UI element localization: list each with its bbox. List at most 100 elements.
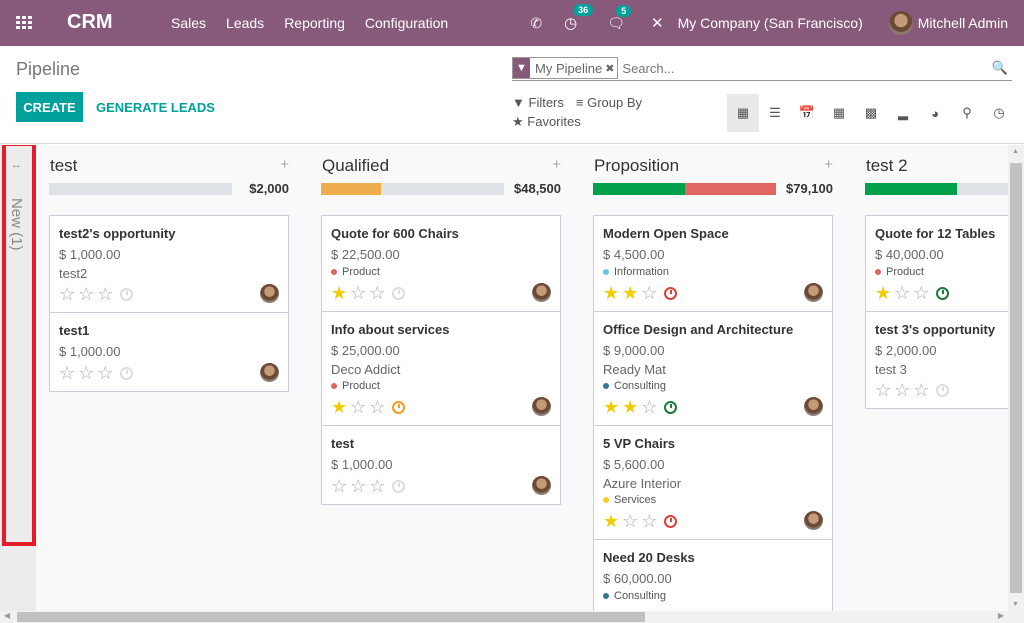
column-progress-bar[interactable] bbox=[865, 183, 1024, 195]
debug-tools-icon[interactable]: ✕ bbox=[651, 14, 664, 32]
priority-star-icon[interactable]: ★ bbox=[603, 512, 619, 530]
opportunity-card[interactable]: Modern Open Space $ 4,500.00 Information ★ ★… bbox=[594, 216, 832, 312]
priority-star-icon[interactable]: ☆ bbox=[641, 284, 657, 302]
search-icon[interactable]: 🔍 bbox=[992, 60, 1008, 76]
menu-configuration[interactable]: Configuration bbox=[365, 15, 448, 31]
progress-segment-planned[interactable] bbox=[593, 183, 685, 195]
column-progress-bar[interactable] bbox=[321, 183, 504, 195]
activity-clock-icon[interactable] bbox=[392, 286, 406, 300]
priority-star-icon[interactable]: ☆ bbox=[622, 512, 638, 530]
priority-star-icon[interactable]: ☆ bbox=[97, 285, 113, 303]
priority-star-icon[interactable]: ☆ bbox=[78, 285, 94, 303]
priority-star-icon[interactable]: ☆ bbox=[78, 364, 94, 382]
groupby-button[interactable]: ≡ Group By bbox=[576, 95, 642, 110]
phone-icon[interactable]: ✆ bbox=[530, 15, 542, 32]
pivot-view-button[interactable]: ▦ bbox=[823, 94, 855, 132]
priority-star-icon[interactable]: ☆ bbox=[913, 381, 929, 399]
opportunity-card[interactable]: 5 VP Chairs $ 5,600.00 Azure Interior Servi… bbox=[594, 426, 832, 540]
list-view-button[interactable]: ☰ bbox=[759, 94, 791, 132]
quick-create-icon[interactable]: + bbox=[824, 156, 833, 173]
user-menu[interactable]: Mitchell Admin bbox=[888, 11, 1008, 35]
opportunity-card[interactable]: Office Design and Architecture $ 9,000.00… bbox=[594, 312, 832, 426]
column-title[interactable]: test bbox=[50, 156, 77, 176]
activity-clock-icon[interactable] bbox=[664, 514, 678, 528]
scrollbar-thumb[interactable] bbox=[1010, 163, 1022, 593]
search-facet[interactable]: ▼ My Pipeline ✖ bbox=[512, 57, 619, 79]
menu-reporting[interactable]: Reporting bbox=[284, 15, 345, 31]
priority-star-icon[interactable]: ☆ bbox=[331, 477, 347, 495]
progress-segment-warning[interactable] bbox=[321, 183, 382, 195]
column-progress-bar[interactable] bbox=[593, 183, 776, 195]
priority-star-icon[interactable]: ☆ bbox=[350, 284, 366, 302]
priority-star-icon[interactable]: ★ bbox=[622, 284, 638, 302]
priority-star-icon[interactable]: ★ bbox=[875, 284, 891, 302]
priority-star-icon[interactable]: ★ bbox=[603, 284, 619, 302]
scroll-left-icon[interactable]: ◀ bbox=[4, 611, 10, 620]
priority-star-icon[interactable]: ☆ bbox=[894, 284, 910, 302]
priority-star-icon[interactable]: ☆ bbox=[350, 398, 366, 416]
column-title[interactable]: Qualified bbox=[322, 156, 389, 176]
opportunity-card[interactable]: Quote for 600 Chairs $ 22,500.00 Product ★ ☆… bbox=[322, 216, 560, 312]
priority-star-icon[interactable]: ☆ bbox=[350, 477, 366, 495]
menu-leads[interactable]: Leads bbox=[226, 15, 264, 31]
horizontal-scrollbar[interactable]: ◀ ▶ bbox=[0, 611, 1024, 623]
priority-star-icon[interactable]: ☆ bbox=[913, 284, 929, 302]
priority-star-icon[interactable]: ☆ bbox=[369, 398, 385, 416]
apps-menu-icon[interactable] bbox=[16, 16, 32, 29]
activity-button[interactable]: ◷ 36 bbox=[564, 4, 594, 32]
priority-star-icon[interactable]: ☆ bbox=[369, 284, 385, 302]
column-title[interactable]: test 2 bbox=[866, 156, 908, 176]
filters-button[interactable]: ▼ Filters bbox=[512, 95, 564, 110]
scroll-right-icon[interactable]: ▶ bbox=[998, 611, 1004, 620]
column-title[interactable]: Proposition bbox=[594, 156, 679, 176]
calendar-view-button[interactable]: 📅 bbox=[791, 94, 823, 132]
priority-star-icon[interactable]: ★ bbox=[622, 398, 638, 416]
app-brand[interactable]: CRM bbox=[67, 11, 113, 34]
progress-segment-overdue[interactable] bbox=[684, 183, 776, 195]
priority-star-icon[interactable]: ☆ bbox=[641, 398, 657, 416]
activity-clock-icon[interactable] bbox=[120, 366, 134, 380]
search-input[interactable] bbox=[622, 60, 1012, 76]
messages-button[interactable]: 🗨 5 bbox=[607, 4, 632, 32]
opportunity-card[interactable]: test2's opportunity $ 1,000.00 test2 ☆ ☆ ☆ bbox=[50, 216, 288, 313]
vertical-scrollbar[interactable]: ▲ ▼ bbox=[1008, 145, 1024, 611]
scroll-up-icon[interactable]: ▲ bbox=[1012, 148, 1019, 155]
favorites-button[interactable]: ★ Favorites bbox=[512, 114, 581, 130]
column-progress-bar[interactable] bbox=[49, 183, 232, 195]
activity-clock-icon[interactable] bbox=[392, 400, 406, 414]
create-button[interactable]: CREATE bbox=[16, 92, 83, 122]
priority-star-icon[interactable]: ☆ bbox=[875, 381, 891, 399]
kanban-view-button[interactable]: ▦ bbox=[727, 94, 759, 132]
quick-create-icon[interactable]: + bbox=[280, 156, 289, 173]
priority-star-icon[interactable]: ☆ bbox=[641, 512, 657, 530]
activity-clock-icon[interactable] bbox=[936, 286, 950, 300]
activity-clock-icon[interactable] bbox=[664, 286, 678, 300]
priority-star-icon[interactable]: ☆ bbox=[369, 477, 385, 495]
map-view-button[interactable]: ⚲ bbox=[951, 94, 983, 132]
priority-star-icon[interactable]: ☆ bbox=[59, 364, 75, 382]
progress-segment-planned[interactable] bbox=[865, 183, 957, 195]
dashboard-view-button[interactable]: ◕ bbox=[919, 94, 951, 132]
facet-remove-icon[interactable]: ✖ bbox=[605, 62, 617, 75]
activity-view-button[interactable]: ◷ bbox=[983, 94, 1015, 132]
opportunity-card[interactable]: test 3's opportunity $ 2,000.00 test 3 ☆ ☆ ☆ bbox=[866, 312, 1024, 408]
activity-clock-icon[interactable] bbox=[120, 287, 134, 301]
priority-star-icon[interactable]: ★ bbox=[331, 284, 347, 302]
graph-view-button[interactable]: ▩ bbox=[855, 94, 887, 132]
priority-star-icon[interactable]: ☆ bbox=[59, 285, 75, 303]
opportunity-card[interactable]: Quote for 12 Tables $ 40,000.00 Product ★ ☆ ☆ bbox=[866, 216, 1024, 312]
priority-star-icon[interactable]: ★ bbox=[603, 398, 619, 416]
priority-star-icon[interactable]: ★ bbox=[331, 398, 347, 416]
company-switcher[interactable]: My Company (San Francisco) bbox=[678, 15, 863, 31]
scroll-down-icon[interactable]: ▼ bbox=[1012, 601, 1019, 608]
scrollbar-thumb[interactable] bbox=[17, 612, 645, 622]
activity-clock-icon[interactable] bbox=[392, 479, 406, 493]
opportunity-card[interactable]: test1 $ 1,000.00 ☆ ☆ ☆ bbox=[50, 313, 288, 391]
opportunity-card[interactable]: Need 20 Desks $ 60,000.00 Consulting bbox=[594, 540, 832, 611]
quick-create-icon[interactable]: + bbox=[552, 156, 561, 173]
priority-star-icon[interactable]: ☆ bbox=[97, 364, 113, 382]
cohort-view-button[interactable]: ▂ bbox=[887, 94, 919, 132]
activity-clock-icon[interactable] bbox=[664, 400, 678, 414]
activity-clock-icon[interactable] bbox=[936, 383, 950, 397]
opportunity-card[interactable]: test $ 1,000.00 ☆ ☆ ☆ bbox=[322, 426, 560, 504]
